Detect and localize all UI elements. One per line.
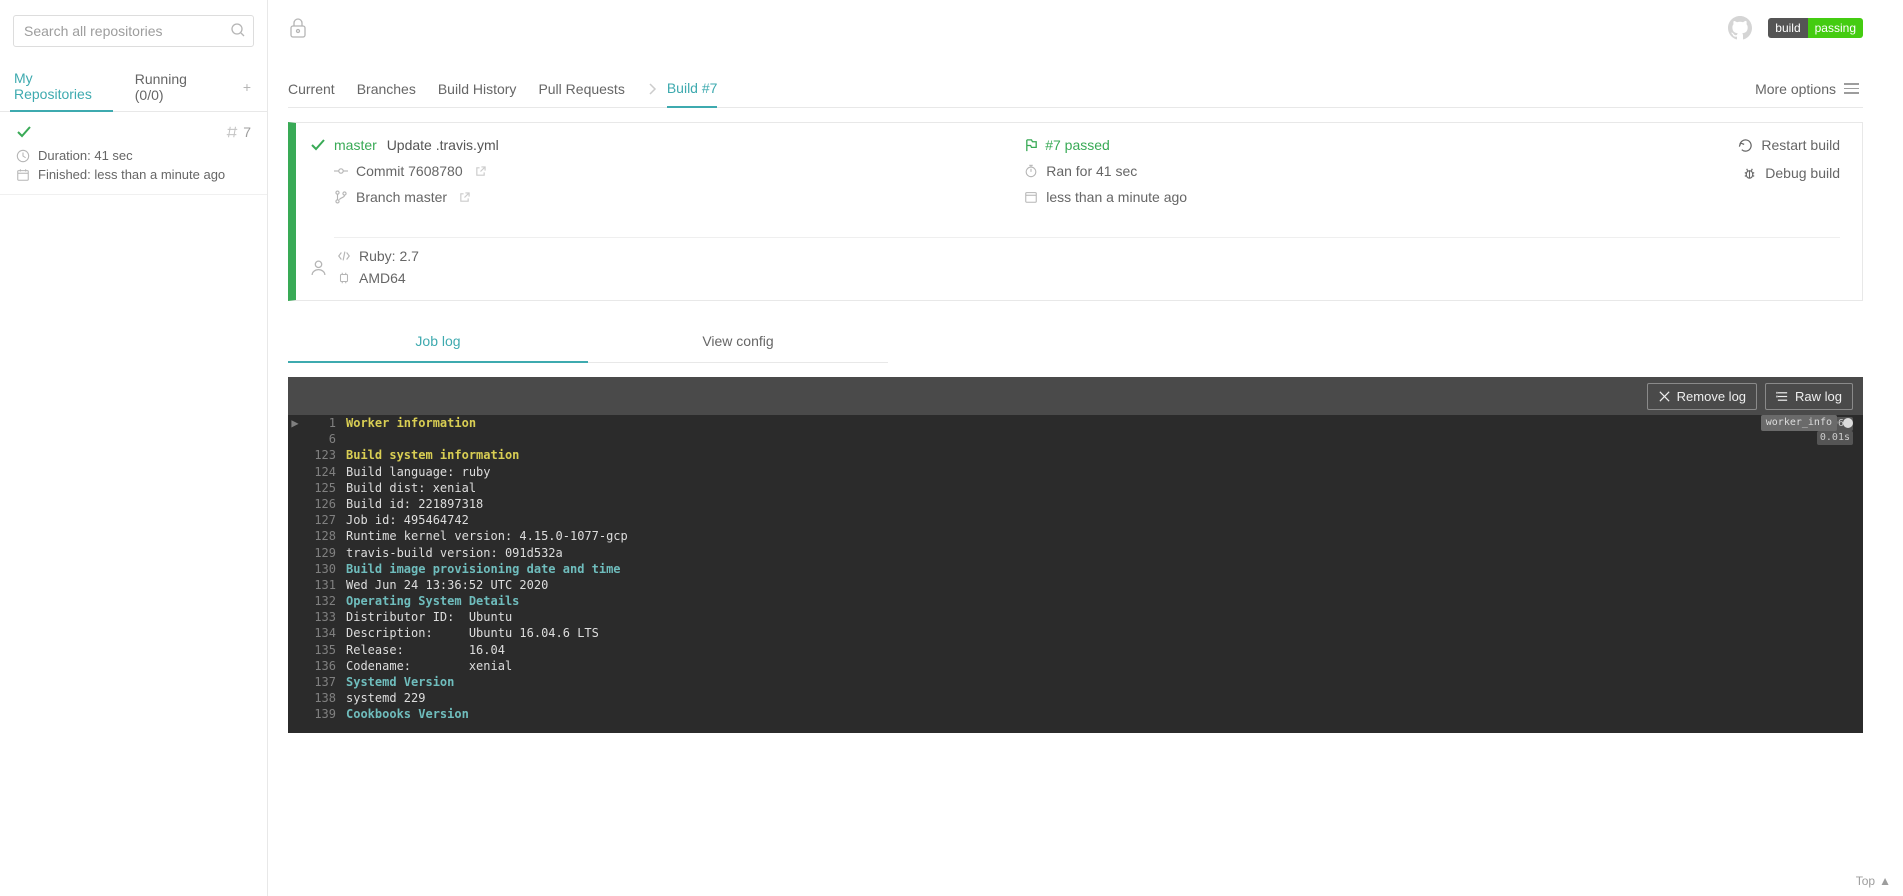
branch-name: master [404,189,447,205]
build-ago: less than a minute ago [1046,189,1187,205]
build-number: 7 [225,124,251,140]
scroll-to-top-button[interactable]: Top ▲ [1856,874,1891,888]
remove-log-label: Remove log [1677,389,1746,404]
main-tabs: Current Branches Build History Pull Requ… [288,70,1863,108]
restart-icon [1738,138,1753,153]
debug-icon [1742,166,1757,181]
main-content: build passing Current Branches Build His… [268,0,1903,896]
check-icon [16,124,32,140]
job-log[interactable]: 0.06s▶1Worker informationworker_info60.0… [288,415,1863,733]
build-arch: AMD64 [359,270,406,286]
log-toolbar: Remove log Raw log [288,377,1863,415]
menu-icon [1844,83,1859,94]
external-link-icon [475,166,486,177]
restart-build-button[interactable]: Restart build [1738,137,1840,153]
flag-icon [1024,138,1039,153]
chevron-right-icon [647,82,657,96]
badge-status: passing [1808,18,1863,38]
remove-icon [1658,390,1671,403]
github-icon[interactable] [1728,16,1752,40]
log-line: 136Codename: xenial [288,658,1863,674]
build-status[interactable]: #7 passed [1045,137,1110,153]
tab-branches[interactable]: Branches [357,71,416,107]
repo-finished: Finished: less than a minute ago [38,167,225,182]
commit-link[interactable]: Commit 7608780 [356,163,463,179]
restart-label: Restart build [1761,137,1840,153]
log-fold-tag[interactable]: worker_info [1761,415,1853,431]
log-line: 132Operating System Details [288,593,1863,609]
build-message[interactable]: Update .travis.yml [387,137,499,153]
log-timer: 0.01s [1817,431,1853,445]
log-line: 130Build image provisioning date and tim… [288,561,1863,577]
top-label: Top [1856,874,1875,888]
chevron-up-icon: ▲ [1879,874,1891,888]
more-options-label: More options [1755,81,1836,97]
check-icon [310,137,326,153]
build-ran: Ran for 41 sec [1046,163,1137,179]
build-number-value: 7 [243,124,251,140]
search-input[interactable] [13,15,254,47]
subtab-view-config[interactable]: View config [588,321,888,363]
tab-build-number[interactable]: Build #7 [667,70,718,108]
lock-icon [288,17,308,39]
raw-log-label: Raw log [1795,389,1842,404]
remove-log-button[interactable]: Remove log [1647,383,1757,410]
clock-icon [16,149,30,163]
external-link-icon [459,192,470,203]
log-line: 123Build system information [288,447,1863,463]
commit-icon [334,164,348,178]
avatar-icon [310,259,327,276]
log-line: 128Runtime kernel version: 4.15.0-1077-g… [288,528,1863,544]
raw-log-button[interactable]: Raw log [1765,383,1853,410]
log-line: 137Systemd Version [288,674,1863,690]
log-line: 133Distributor ID: Ubuntu [288,609,1863,625]
raw-icon [1776,390,1789,403]
build-card: master Update .travis.yml Commit 7608780 [288,122,1863,301]
commit-label: Commit [356,163,408,179]
calendar-icon [1024,190,1038,204]
tab-pull-requests[interactable]: Pull Requests [538,71,624,107]
log-line: 60.01s [288,431,1863,447]
calendar-icon [16,168,30,182]
build-status-badge[interactable]: build passing [1768,18,1863,38]
sidebar-tabs: My Repositories Running (0/0) + [0,62,267,112]
build-language: Ruby: 2.7 [359,248,419,264]
search-input-wrap [13,15,254,47]
branch-label: Branch [356,189,404,205]
code-icon [337,249,351,263]
add-repository-button[interactable]: + [237,73,257,101]
search-icon [230,22,246,38]
debug-label: Debug build [1765,165,1840,181]
tab-running[interactable]: Running (0/0) [131,63,219,111]
expand-icon[interactable]: ▶ [288,415,302,431]
log-line: 125Build dist: xenial [288,480,1863,496]
log-line: 139Cookbooks Version [288,706,1863,722]
badge-label: build [1768,18,1807,38]
repo-duration: Duration: 41 sec [38,148,133,163]
tab-my-repositories[interactable]: My Repositories [10,62,113,112]
stopwatch-icon [1024,164,1038,178]
log-subtabs: Job log View config [288,321,1863,363]
subtab-job-log[interactable]: Job log [288,321,588,363]
build-branch[interactable]: master [334,137,377,153]
cpu-icon [337,271,351,285]
log-line: 134Description: Ubuntu 16.04.6 LTS [288,625,1863,641]
log-line: 138systemd 229 [288,690,1863,706]
log-line: 135Release: 16.04 [288,642,1863,658]
branch-link[interactable]: Branch master [356,189,447,205]
commit-sha: 7608780 [408,163,463,179]
log-line: 127Job id: 495464742 [288,512,1863,528]
log-line: ▶1Worker informationworker_info [288,415,1863,431]
log-line: 131Wed Jun 24 13:36:52 UTC 2020 [288,577,1863,593]
tab-current[interactable]: Current [288,71,335,107]
sidebar: My Repositories Running (0/0) + 7 Durati… [0,0,268,896]
log-line: 124Build language: ruby [288,464,1863,480]
log-line: 129travis-build version: 091d532a [288,545,1863,561]
debug-build-button[interactable]: Debug build [1742,165,1840,181]
log-line: 126Build id: 221897318 [288,496,1863,512]
repository-item[interactable]: 7 Duration: 41 sec Finished: less than a… [0,112,267,195]
tab-build-history[interactable]: Build History [438,71,517,107]
more-options-button[interactable]: More options [1755,81,1863,97]
branch-icon [334,190,348,204]
